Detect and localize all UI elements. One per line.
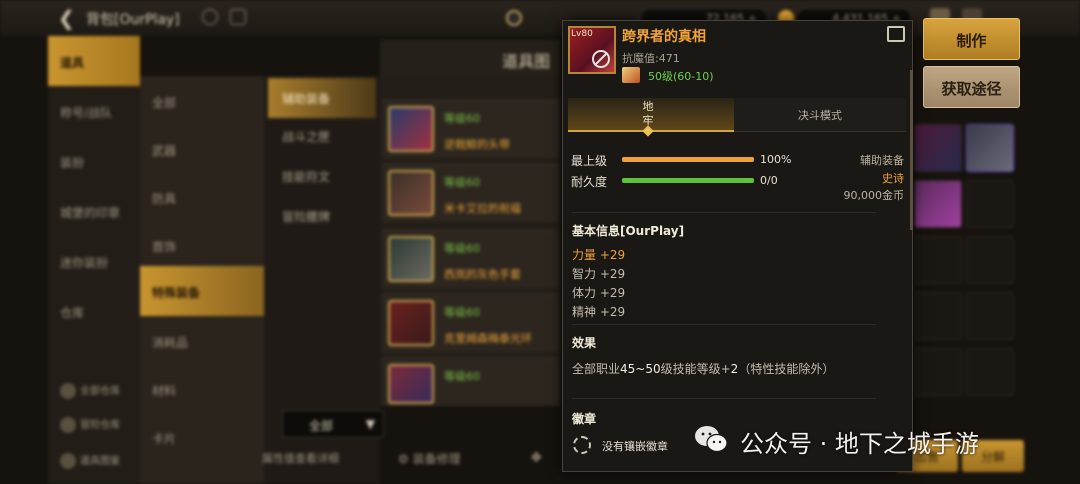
- watermark-text: 公众号 · 地下之城手游: [740, 430, 979, 458]
- filter-dropdown[interactable]: 全部 ▼: [282, 410, 384, 438]
- codex-panel-title: 道具图: [380, 40, 560, 76]
- emblem-status: 没有镶嵌徽章: [602, 440, 668, 453]
- inventory-slot[interactable]: [914, 180, 962, 228]
- attr-spirit: 精神 +29: [572, 305, 626, 319]
- list-item-name: 米卡艾拉的祝福: [444, 202, 521, 215]
- nav-item-storage[interactable]: 仓库: [48, 286, 140, 336]
- subnav-material[interactable]: 材料: [140, 364, 264, 414]
- stat-durability-label: 耐久度: [571, 175, 608, 189]
- get-route-button[interactable]: 获取途径: [923, 66, 1020, 108]
- nav-item-mini-avatar[interactable]: 迷你装扮: [48, 236, 140, 286]
- emblem-slot-icon: [573, 436, 591, 454]
- tooltip-scrollbar[interactable]: [910, 70, 913, 230]
- tab-dungeon-label: 地牢: [642, 100, 654, 127]
- item-rarity: 史诗: [882, 172, 904, 185]
- category-battle-box[interactable]: 战斗之匣: [268, 116, 376, 156]
- nav-adventure-storage[interactable]: 冒险仓库: [60, 416, 120, 433]
- basic-info-title: 基本信息[OurPlay]: [572, 224, 685, 238]
- inventory-slot[interactable]: [966, 292, 1014, 340]
- nav-item-items[interactable]: 道具: [48, 36, 140, 86]
- ban-icon: [592, 50, 610, 68]
- emblem-title: 徽章: [572, 412, 597, 426]
- category-skill-rune[interactable]: 技能符文: [268, 156, 376, 196]
- inventory-slot[interactable]: [966, 124, 1014, 172]
- list-item-name: 逆戟鲸的头带: [444, 138, 510, 151]
- inventory-slot[interactable]: [914, 124, 962, 172]
- inventory-slot[interactable]: [966, 348, 1014, 396]
- durability-bar: [622, 178, 754, 183]
- attr-intelligence: 智力 +29: [572, 267, 626, 281]
- back-arrow-icon[interactable]: ❮: [58, 8, 80, 28]
- subnav-accessory[interactable]: 首饰: [140, 220, 264, 270]
- durability-value: 0/0: [760, 174, 778, 187]
- item-name: 跨界者的真相: [622, 29, 706, 45]
- list-item-level: 等级60: [444, 306, 480, 319]
- effect-text: 全部职业45~50级技能等级+2（特性技能除外）: [572, 362, 835, 376]
- item-thumbnail: [388, 364, 434, 404]
- nav-item-castle-seal[interactable]: 城堡的印章: [48, 186, 140, 236]
- list-item-level: 等级60: [444, 370, 480, 383]
- codex-icon: [60, 453, 76, 469]
- share-icon[interactable]: [887, 26, 905, 42]
- attr-strength: 力量 +29: [572, 248, 626, 262]
- page-title: 背包[OurPlay]: [86, 12, 180, 28]
- list-item-name: 克里姆森梅泰光环: [444, 332, 532, 345]
- inventory-slot[interactable]: [966, 180, 1014, 228]
- top-grade-bar-fill: [622, 157, 754, 162]
- category-assist-equipment[interactable]: 辅助装备: [268, 78, 376, 118]
- top-grade-value: 100%: [760, 153, 792, 166]
- subnav-consumable[interactable]: 消耗品: [140, 316, 264, 366]
- chevron-down-icon: ▼: [365, 417, 375, 431]
- divider: [572, 324, 876, 325]
- divider: [572, 212, 876, 213]
- craft-button[interactable]: 制作: [923, 18, 1020, 60]
- inventory-slot[interactable]: [914, 236, 962, 284]
- tab-duel-mode[interactable]: 决斗模式: [798, 107, 842, 123]
- category-adventure-badge[interactable]: 冒险腰牌: [268, 196, 376, 236]
- item-thumbnail: [388, 300, 434, 346]
- nav-item-titles[interactable]: 称号/战队: [48, 86, 140, 136]
- level-requirement: 50级(60-10): [648, 70, 714, 83]
- list-item-level: 等级60: [444, 242, 480, 255]
- item-thumbnail: [388, 106, 434, 152]
- wing-icon: ❖: [530, 450, 543, 466]
- subnav-weapon[interactable]: 武器: [140, 124, 264, 174]
- attr-vitality: 体力 +29: [572, 286, 626, 300]
- effect-title: 效果: [572, 336, 597, 350]
- durability-bar-fill: [622, 178, 754, 183]
- nav-all-storage[interactable]: 全部仓库: [60, 382, 120, 399]
- subnav-special-equipment[interactable]: 特殊装备: [140, 266, 264, 316]
- stat-top-grade-label: 最上级: [571, 154, 608, 168]
- storage-icon: [60, 417, 76, 433]
- sort-icon[interactable]: [230, 9, 246, 25]
- settings-icon[interactable]: [202, 9, 218, 25]
- list-item-level: 等级60: [444, 176, 480, 189]
- item-level-badge: Lv80: [571, 29, 593, 39]
- item-price: 90,000金币: [843, 189, 905, 202]
- nav-item-avatar[interactable]: 装扮: [48, 136, 140, 186]
- attr-detail-link[interactable]: 属性值查看详细: [262, 450, 339, 466]
- level-req-icon: [622, 67, 640, 83]
- nav-item-codex[interactable]: 道具图鉴: [60, 452, 120, 469]
- anti-magic-value: 抗魔值:471: [622, 52, 680, 65]
- inventory-slot[interactable]: [966, 236, 1014, 284]
- item-type: 辅助装备: [860, 154, 904, 167]
- repair-button[interactable]: ⚙ 装备修理: [398, 450, 461, 467]
- storage-icon: [60, 383, 76, 399]
- divider: [572, 398, 876, 399]
- subnav-card[interactable]: 卡片: [140, 412, 264, 462]
- list-item-level: 等级60: [444, 112, 480, 125]
- item-thumbnail: [388, 236, 434, 282]
- currency-icon: [506, 10, 522, 26]
- top-grade-bar: [622, 157, 754, 162]
- inventory-slot[interactable]: [914, 292, 962, 340]
- wechat-icon: [695, 426, 728, 453]
- list-item-name: 西岚的灰色手套: [444, 268, 521, 281]
- subnav-all[interactable]: 全部: [140, 76, 264, 126]
- inventory-slot[interactable]: [914, 348, 962, 396]
- subnav-armor[interactable]: 防具: [140, 172, 264, 222]
- item-thumbnail: [388, 170, 434, 216]
